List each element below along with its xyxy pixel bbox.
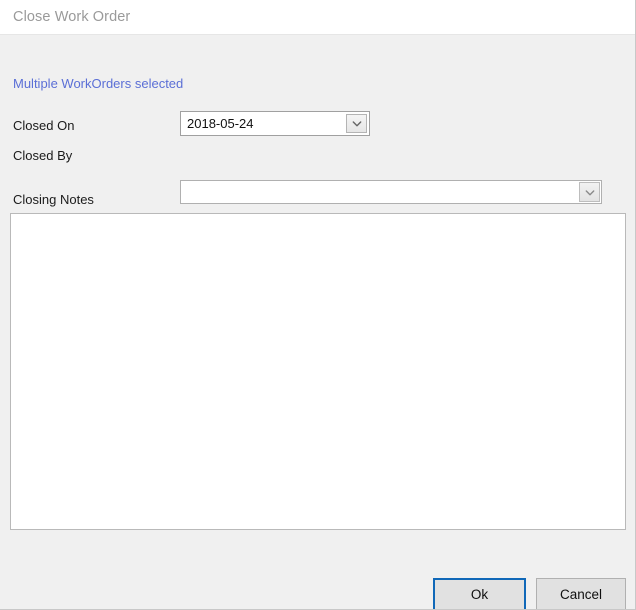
closed-by-value[interactable] bbox=[181, 181, 579, 203]
cancel-button[interactable]: Cancel bbox=[536, 578, 626, 609]
closed-by-dropdown-button[interactable] bbox=[579, 182, 600, 202]
close-work-order-dialog: Close Work Order Multiple WorkOrders sel… bbox=[0, 0, 636, 610]
ok-button[interactable]: Ok bbox=[433, 578, 526, 609]
closed-on-label: Closed On bbox=[13, 118, 75, 133]
closing-notes-label: Closing Notes bbox=[13, 192, 94, 207]
closed-by-combobox[interactable] bbox=[180, 180, 602, 204]
chevron-down-icon bbox=[585, 188, 595, 197]
closing-notes-textarea[interactable] bbox=[10, 213, 626, 530]
closed-by-label: Closed By bbox=[13, 148, 73, 163]
closed-on-datepicker[interactable]: 2018-05-24 bbox=[180, 111, 370, 136]
chevron-down-icon bbox=[352, 119, 362, 128]
closed-on-dropdown-button[interactable] bbox=[346, 114, 367, 133]
window-title: Close Work Order bbox=[13, 9, 131, 25]
titlebar: Close Work Order bbox=[0, 0, 635, 35]
closed-on-value[interactable]: 2018-05-24 bbox=[181, 112, 346, 135]
dialog-body: Multiple WorkOrders selected Closed On 2… bbox=[0, 36, 635, 609]
multiple-workorders-notice: Multiple WorkOrders selected bbox=[13, 76, 184, 91]
